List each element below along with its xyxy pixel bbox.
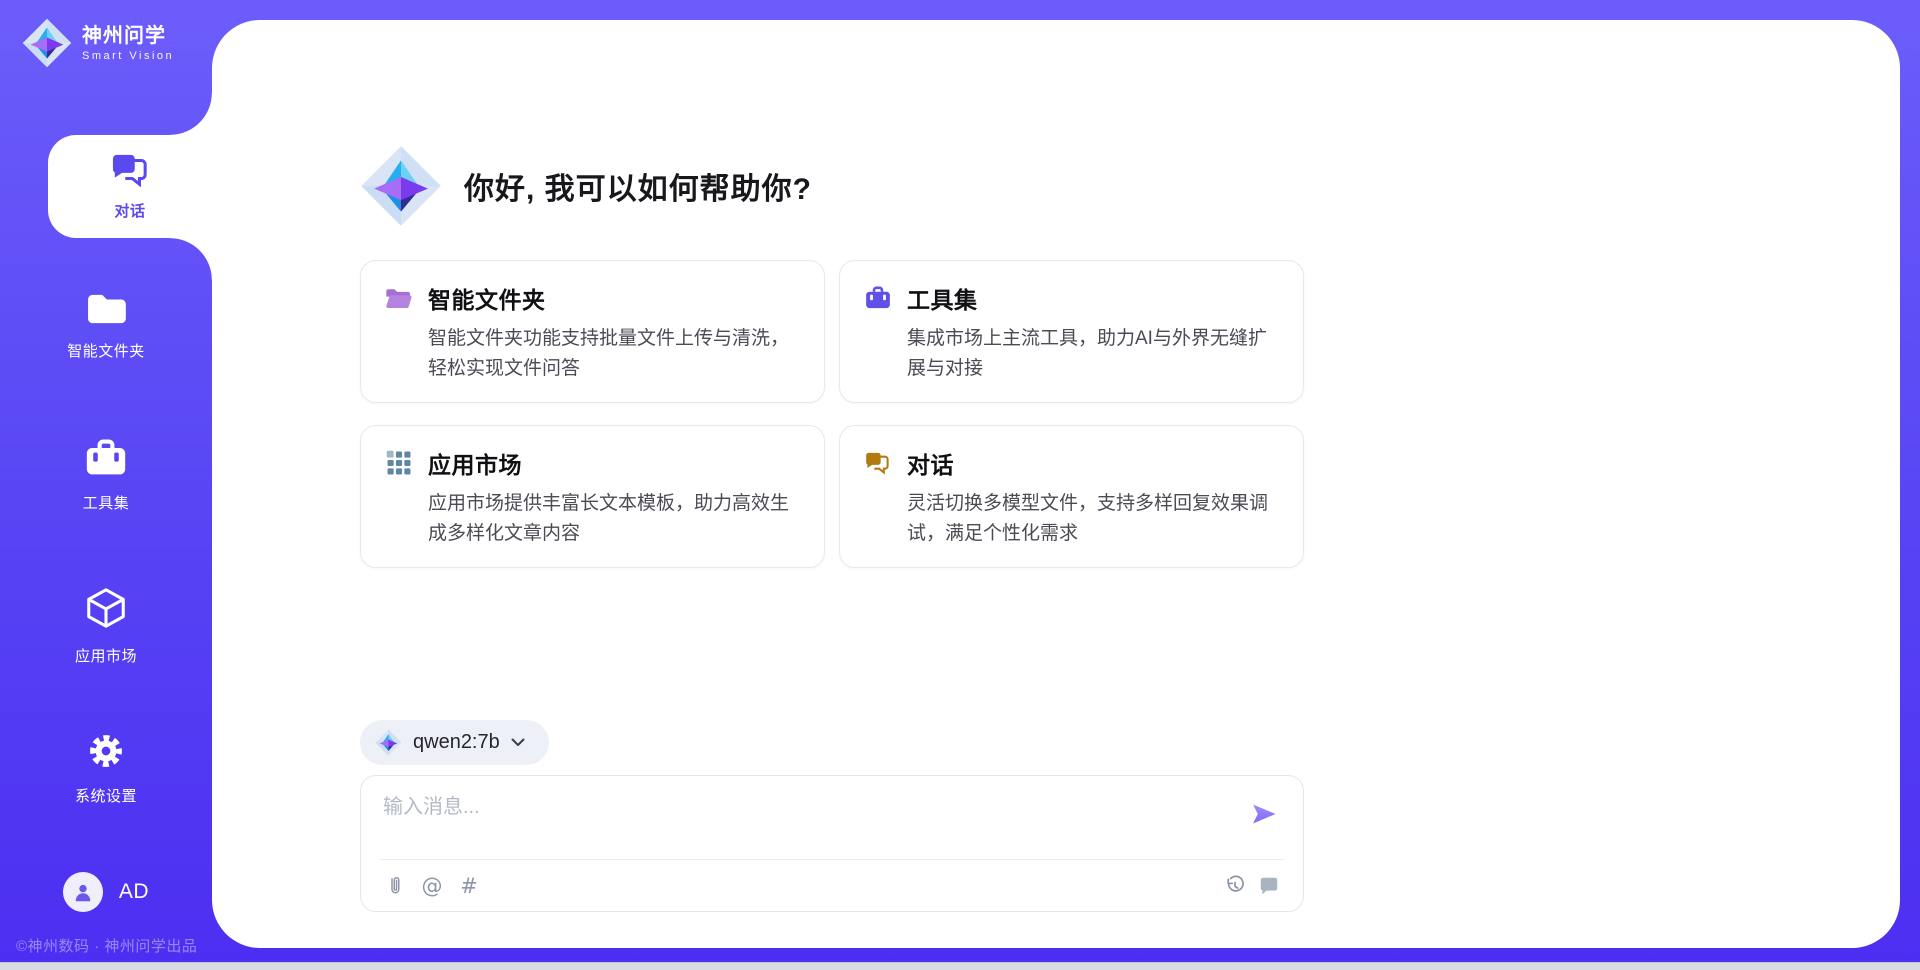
sidebar-item-label: 工具集	[83, 492, 130, 513]
history-button[interactable]	[1223, 874, 1247, 898]
sidebar-item-settings[interactable]: 系统设置	[0, 731, 212, 806]
card-title: 智能文件夹	[428, 281, 546, 315]
sidebar-item-label: 对话	[114, 200, 145, 221]
brand-name: 神州问学	[82, 25, 174, 47]
message-input[interactable]	[383, 790, 1213, 852]
brand-tagline: Smart Vision	[82, 50, 174, 62]
apps-grid-icon	[385, 450, 412, 477]
card-title: 对话	[907, 446, 954, 480]
comment-icon	[1258, 875, 1280, 897]
user-profile[interactable]: AD	[0, 872, 212, 912]
gem-diamond-icon	[375, 729, 402, 756]
hash-icon: #	[460, 874, 478, 898]
card-app-market[interactable]: 应用市场 应用市场提供丰富长文本模板，助力高效生成多样化文章内容	[360, 425, 825, 568]
history-icon	[1224, 875, 1246, 897]
card-description: 智能文件夹功能支持批量文件上传与清洗，轻松实现文件问答	[428, 324, 800, 384]
briefcase-icon	[85, 438, 127, 483]
card-description: 应用市场提供丰富长文本模板，助力高效生成多样化文章内容	[428, 489, 800, 549]
attach-file-button[interactable]	[383, 874, 407, 898]
sidebar-item-label: 应用市场	[75, 645, 137, 666]
model-selector[interactable]: qwen2:7b	[360, 720, 549, 765]
model-name: qwen2:7b	[413, 731, 500, 754]
send-icon	[1251, 803, 1277, 825]
user-name: AD	[119, 880, 149, 904]
composer: @ #	[360, 775, 1304, 912]
sidebar-item-chat[interactable]: 对话	[48, 135, 212, 238]
card-title: 工具集	[907, 281, 978, 315]
card-title: 应用市场	[428, 446, 522, 480]
gear-icon	[86, 731, 126, 776]
greeting-text: 你好, 我可以如何帮助你?	[464, 164, 812, 208]
chat-icon	[864, 450, 891, 477]
send-button[interactable]	[1251, 803, 1277, 827]
person-icon	[71, 880, 95, 904]
sidebar: 神州问学 Smart Vision 对话 智能文件夹	[0, 0, 212, 970]
chevron-down-icon	[511, 738, 525, 747]
greeting: 你好, 我可以如何帮助你?	[360, 145, 1304, 227]
paperclip-icon	[386, 875, 404, 897]
sidebar-item-label: 系统设置	[75, 785, 137, 806]
sidebar-item-smart-folder[interactable]: 智能文件夹	[0, 292, 212, 361]
brand-gem-icon	[22, 18, 72, 68]
topic-button[interactable]: #	[457, 874, 481, 898]
briefcase-icon	[864, 285, 891, 312]
brand: 神州问学 Smart Vision	[22, 18, 174, 68]
card-toolset[interactable]: 工具集 集成市场上主流工具，助力AI与外界无缝扩展与对接	[839, 260, 1304, 403]
mention-button[interactable]: @	[420, 874, 444, 898]
main-content: 你好, 我可以如何帮助你? 智能文件夹 智能文件夹功能支持批量文件上传与清洗，轻…	[360, 0, 1304, 912]
at-icon: @	[422, 874, 443, 898]
open-folder-icon	[385, 285, 412, 312]
sidebar-footer: ©神州数码 · 神州问学出品	[16, 935, 197, 956]
feature-cards: 智能文件夹 智能文件夹功能支持批量文件上传与清洗，轻松实现文件问答 工具集 集成…	[360, 260, 1304, 568]
taskbar-edge	[0, 962, 1920, 970]
gem-diamond-icon	[360, 145, 442, 227]
card-smart-folder[interactable]: 智能文件夹 智能文件夹功能支持批量文件上传与清洗，轻松实现文件问答	[360, 260, 825, 403]
folder-icon	[85, 292, 127, 331]
sidebar-item-toolset[interactable]: 工具集	[0, 438, 212, 513]
sidebar-item-label: 智能文件夹	[67, 340, 145, 361]
chat-icon	[110, 152, 150, 193]
conversations-button[interactable]	[1257, 874, 1281, 898]
composer-toolbar: @ #	[383, 860, 1281, 912]
avatar	[63, 872, 103, 912]
card-description: 集成市场上主流工具，助力AI与外界无缝扩展与对接	[907, 324, 1279, 384]
card-description: 灵活切换多模型文件，支持多样回复效果调试，满足个性化需求	[907, 489, 1279, 549]
card-chat[interactable]: 对话 灵活切换多模型文件，支持多样回复效果调试，满足个性化需求	[839, 425, 1304, 568]
cube-icon	[83, 585, 129, 636]
sidebar-item-app-market[interactable]: 应用市场	[0, 585, 212, 666]
